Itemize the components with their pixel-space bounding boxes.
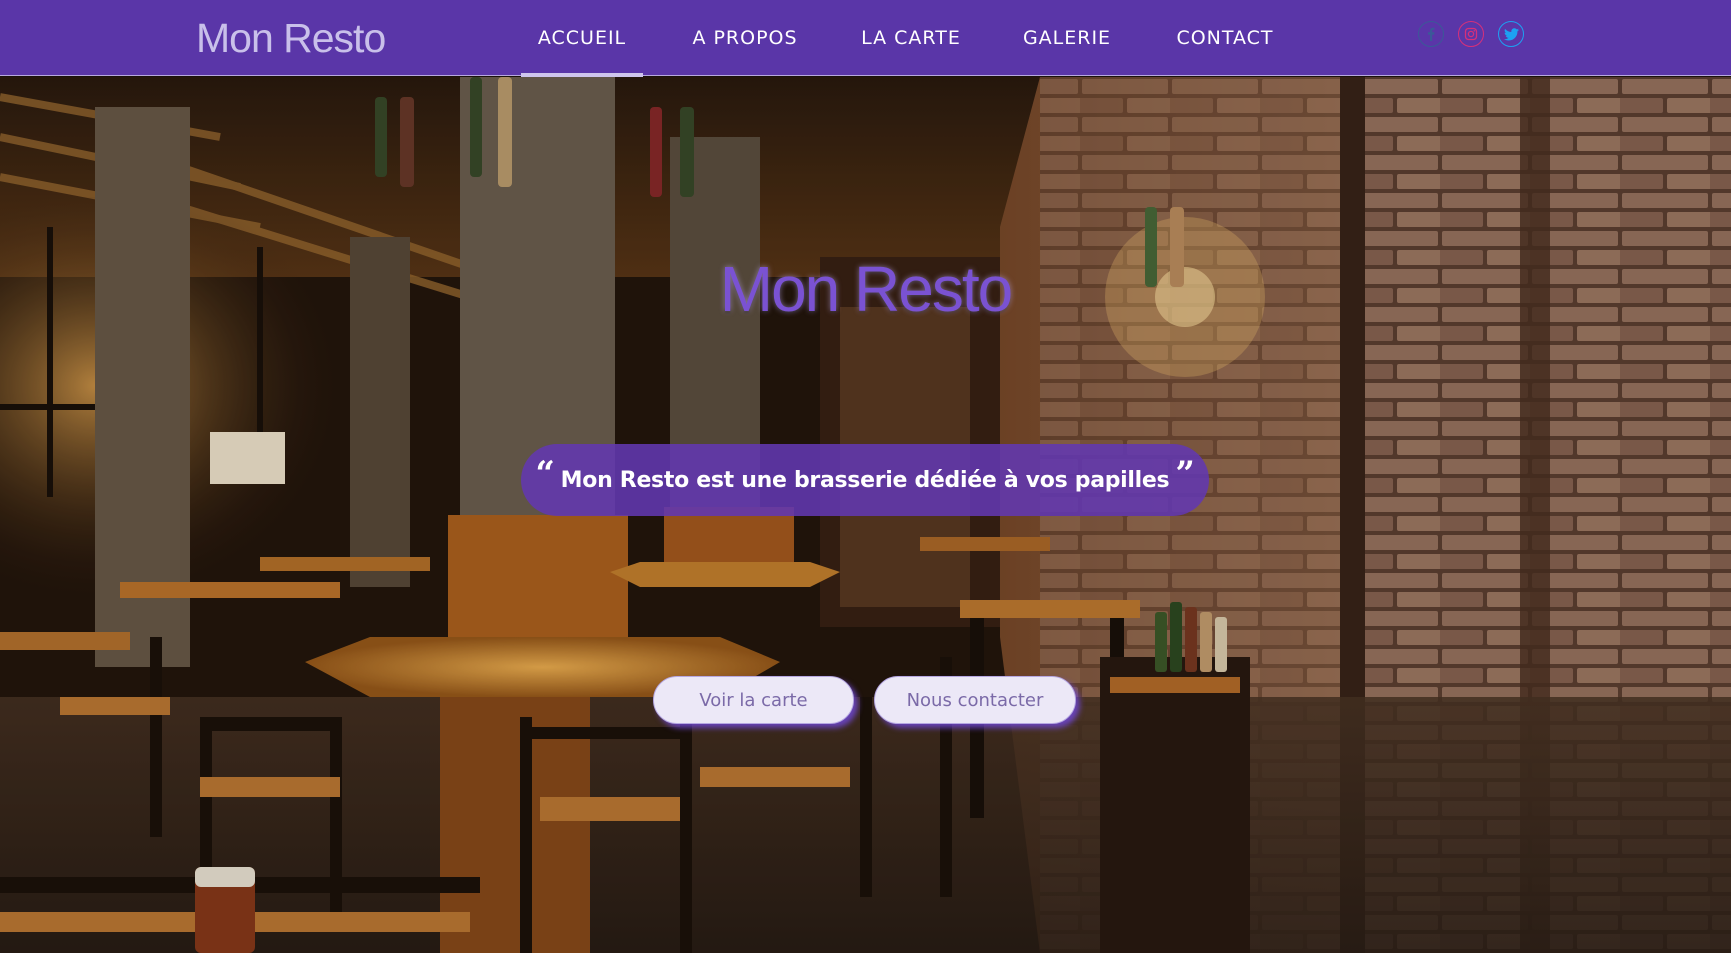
nav-item-accueil[interactable]: ACCUEIL	[521, 0, 643, 77]
facebook-icon[interactable]	[1418, 21, 1444, 47]
quote-open-icon: “	[535, 454, 555, 494]
nav-item-la-carte[interactable]: LA CARTE	[850, 0, 972, 76]
tagline-text: Mon Resto est une brasserie dédiée à vos…	[560, 467, 1170, 493]
view-menu-button[interactable]: Voir la carte	[653, 676, 854, 724]
contact-us-button[interactable]: Nous contacter	[874, 676, 1076, 724]
brand-logo[interactable]: Mon Resto	[196, 14, 386, 62]
navbar: Mon Resto ACCUEIL A PROPOS LA CARTE GALE…	[0, 0, 1731, 77]
instagram-icon[interactable]	[1458, 21, 1484, 47]
hero-section: Mon Resto “ Mon Resto est une brasserie …	[0, 77, 1731, 953]
nav-item-a-propos[interactable]: A PROPOS	[680, 0, 810, 76]
nav-item-galerie[interactable]: GALERIE	[1012, 0, 1122, 76]
nav-item-contact[interactable]: CONTACT	[1165, 0, 1285, 76]
twitter-icon[interactable]	[1498, 21, 1524, 47]
hero-title: Mon Resto	[719, 253, 1013, 325]
quote-close-icon: ”	[1175, 454, 1195, 494]
hero-tagline: “ Mon Resto est une brasserie dédiée à v…	[521, 444, 1209, 516]
